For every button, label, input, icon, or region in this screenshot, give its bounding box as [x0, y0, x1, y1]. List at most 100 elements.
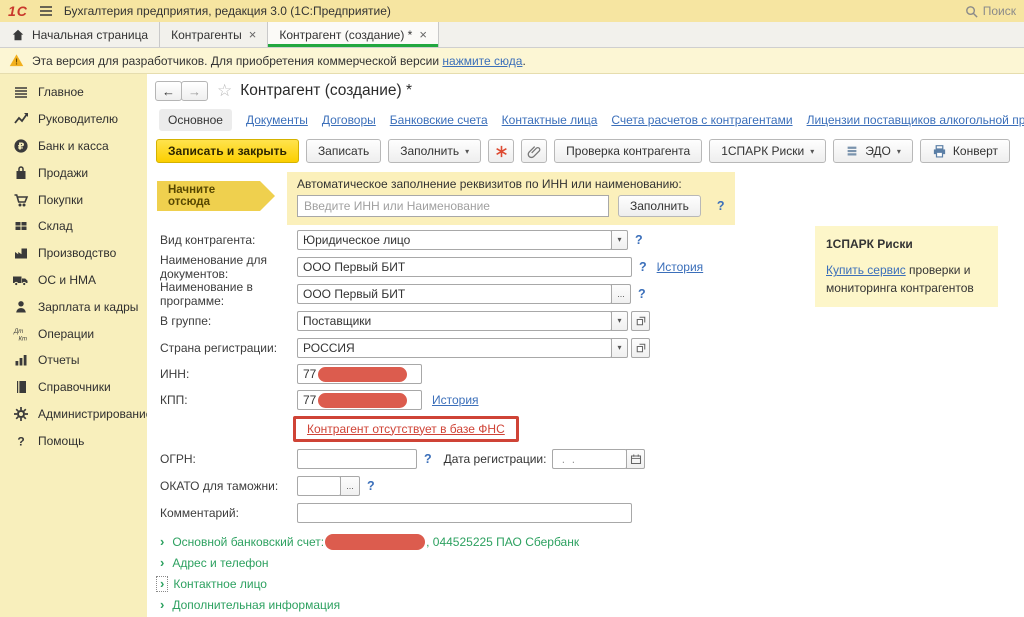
save-button[interactable]: Записать	[306, 139, 381, 163]
sidebar-item-main[interactable]: Главное	[0, 79, 147, 106]
help-icon[interactable]: ?	[635, 233, 643, 247]
open-item-button[interactable]	[631, 338, 650, 358]
open-item-button[interactable]	[631, 311, 650, 331]
tab-kontragenty[interactable]: Контрагенты ×	[160, 22, 268, 47]
close-icon[interactable]: ×	[419, 28, 427, 41]
autofill-hint-area: Начните отсюда Автоматическое заполнение…	[157, 172, 1024, 220]
global-search[interactable]: Поиск	[964, 4, 1016, 19]
ellipsis-button[interactable]: ...	[340, 476, 360, 496]
sidebar-item-salary-hr[interactable]: Зарплата и кадры	[0, 293, 147, 320]
calendar-button[interactable]	[626, 449, 645, 469]
sidebar-item-fixed-assets[interactable]: ОС и НМА	[0, 267, 147, 294]
tab-dogovory[interactable]: Договоры	[322, 113, 376, 127]
redaction-blob	[325, 534, 425, 550]
sidebar-item-administration[interactable]: Администрирование	[0, 401, 147, 428]
chevron-right-icon: ›	[160, 535, 164, 548]
back-button[interactable]: ←	[155, 81, 182, 101]
favorite-star-icon[interactable]: ☆	[217, 81, 232, 101]
tab-dokumenty[interactable]: Документы	[246, 113, 308, 127]
sidebar-item-bank-cash[interactable]: ₽ Банк и касса	[0, 133, 147, 160]
tab-alcohol-licenses[interactable]: Лицензии поставщиков алкогольной продукц…	[807, 113, 1024, 127]
focus-frame: ›	[156, 576, 168, 592]
tab-settlement-accounts[interactable]: Счета расчетов с контрагентами	[611, 113, 792, 127]
inn-autofill-input[interactable]	[297, 195, 609, 217]
menu-lines-icon	[12, 84, 29, 100]
trend-chart-icon	[12, 111, 29, 127]
ogrn-input[interactable]	[297, 449, 417, 469]
buy-service-link[interactable]: Купить сервис	[826, 263, 906, 277]
buy-link[interactable]: нажмите сюда	[442, 54, 522, 68]
kind-input[interactable]	[297, 230, 612, 250]
dropdown-button[interactable]: ▾	[611, 230, 628, 250]
main-content: ← → ☆ Контрагент (создание) * Основное Д…	[147, 74, 1024, 617]
section-contact-person[interactable]: › Контактное лицо	[160, 573, 1024, 594]
spark-check-button[interactable]	[488, 139, 514, 163]
sidebar-item-warehouse[interactable]: Склад	[0, 213, 147, 240]
tab-contact-persons[interactable]: Контактные лица	[502, 113, 598, 127]
tab-label: Начальная страница	[32, 28, 148, 42]
save-close-button[interactable]: Записать и закрыть	[156, 139, 299, 163]
history-link[interactable]: История	[657, 260, 704, 274]
fill-menu-button[interactable]: Заполнить ▾	[388, 139, 481, 163]
name-prog-input[interactable]	[297, 284, 612, 304]
tab-bar: Начальная страница Контрагенты × Контраг…	[0, 22, 1024, 48]
sidebar-item-sales[interactable]: Продажи	[0, 159, 147, 186]
sidebar-item-purchases[interactable]: Покупки	[0, 186, 147, 213]
envelope-button[interactable]: Конверт	[920, 139, 1010, 163]
history-link[interactable]: История	[432, 393, 479, 407]
home-icon	[11, 28, 25, 42]
sidebar-item-operations[interactable]: ДтКт Операции	[0, 320, 147, 347]
ellipsis-button[interactable]: ...	[611, 284, 631, 304]
help-icon[interactable]: ?	[638, 287, 646, 301]
help-icon[interactable]: ?	[717, 199, 725, 213]
sidebar-item-directories[interactable]: Справочники	[0, 374, 147, 401]
fns-warning-link[interactable]: Контрагент отсутствует в базе ФНС	[307, 422, 505, 436]
help-icon[interactable]: ?	[424, 452, 432, 466]
section-additional-info[interactable]: › Дополнительная информация	[160, 594, 1024, 615]
page-title: Контрагент (создание) *	[240, 82, 412, 100]
fns-warning-row: Контрагент отсутствует в базе ФНС	[293, 414, 1024, 443]
close-icon[interactable]: ×	[249, 28, 257, 41]
attachments-button[interactable]	[521, 139, 547, 163]
edo-button[interactable]: ЭДО ▾	[833, 139, 913, 163]
main-menu-icon[interactable]	[38, 3, 54, 19]
dropdown-button[interactable]: ▾	[611, 338, 628, 358]
field-group-row: В группе: ▾	[147, 307, 1024, 334]
autofill-fill-button[interactable]: Заполнить	[618, 195, 701, 217]
check-counterparty-button[interactable]: Проверка контрагента	[554, 139, 702, 163]
red-asterisk-icon	[494, 144, 509, 159]
tab-home[interactable]: Начальная страница	[0, 22, 160, 47]
sidebar-item-reports[interactable]: Отчеты	[0, 347, 147, 374]
spark-risks-button[interactable]: 1СПАРК Риски ▾	[709, 139, 826, 163]
chevron-down-icon: ▾	[810, 147, 814, 156]
okato-input[interactable]	[297, 476, 341, 496]
tab-kontragent-create[interactable]: Контрагент (создание) * ×	[268, 22, 439, 47]
spark-risks-promo-box: 1СПАРК Риски Купить сервис проверки и мо…	[815, 226, 998, 307]
1c-logo: 1С	[8, 3, 28, 19]
name-docs-input[interactable]	[297, 257, 632, 277]
section-address-phone[interactable]: › Адрес и телефон	[160, 552, 1024, 573]
section-sidebar: Главное Руководителю ₽ Банк и касса Прод…	[0, 74, 147, 617]
autofill-caption: Автоматическое заполнение реквизитов по …	[297, 177, 725, 191]
forward-button[interactable]: →	[181, 81, 208, 101]
sidebar-item-manager[interactable]: Руководителю	[0, 106, 147, 133]
help-icon[interactable]: ?	[367, 479, 375, 493]
reg-date-input[interactable]	[552, 449, 627, 469]
group-input[interactable]	[297, 311, 612, 331]
field-country-row: Страна регистрации: ▾	[147, 334, 1024, 361]
app-title: Бухгалтерия предприятия, редакция 3.0 (1…	[64, 4, 391, 18]
field-label: Вид контрагента:	[147, 233, 297, 247]
svg-text:Дт: Дт	[13, 329, 23, 335]
field-label: ИНН:	[147, 367, 297, 381]
help-icon[interactable]: ?	[639, 260, 647, 274]
field-label: Страна регистрации:	[147, 341, 297, 355]
section-bank-account[interactable]: › Основной банковский счет: , 044525225 …	[160, 531, 1024, 552]
tab-osnovnoe[interactable]: Основное	[159, 109, 232, 131]
bar-chart-icon	[12, 352, 29, 368]
dropdown-button[interactable]: ▾	[611, 311, 628, 331]
sidebar-item-production[interactable]: Производство	[0, 240, 147, 267]
sidebar-item-help[interactable]: ? Помощь	[0, 427, 147, 454]
tab-bank-accounts[interactable]: Банковские счета	[390, 113, 488, 127]
comment-input[interactable]	[297, 503, 632, 523]
country-input[interactable]	[297, 338, 612, 358]
